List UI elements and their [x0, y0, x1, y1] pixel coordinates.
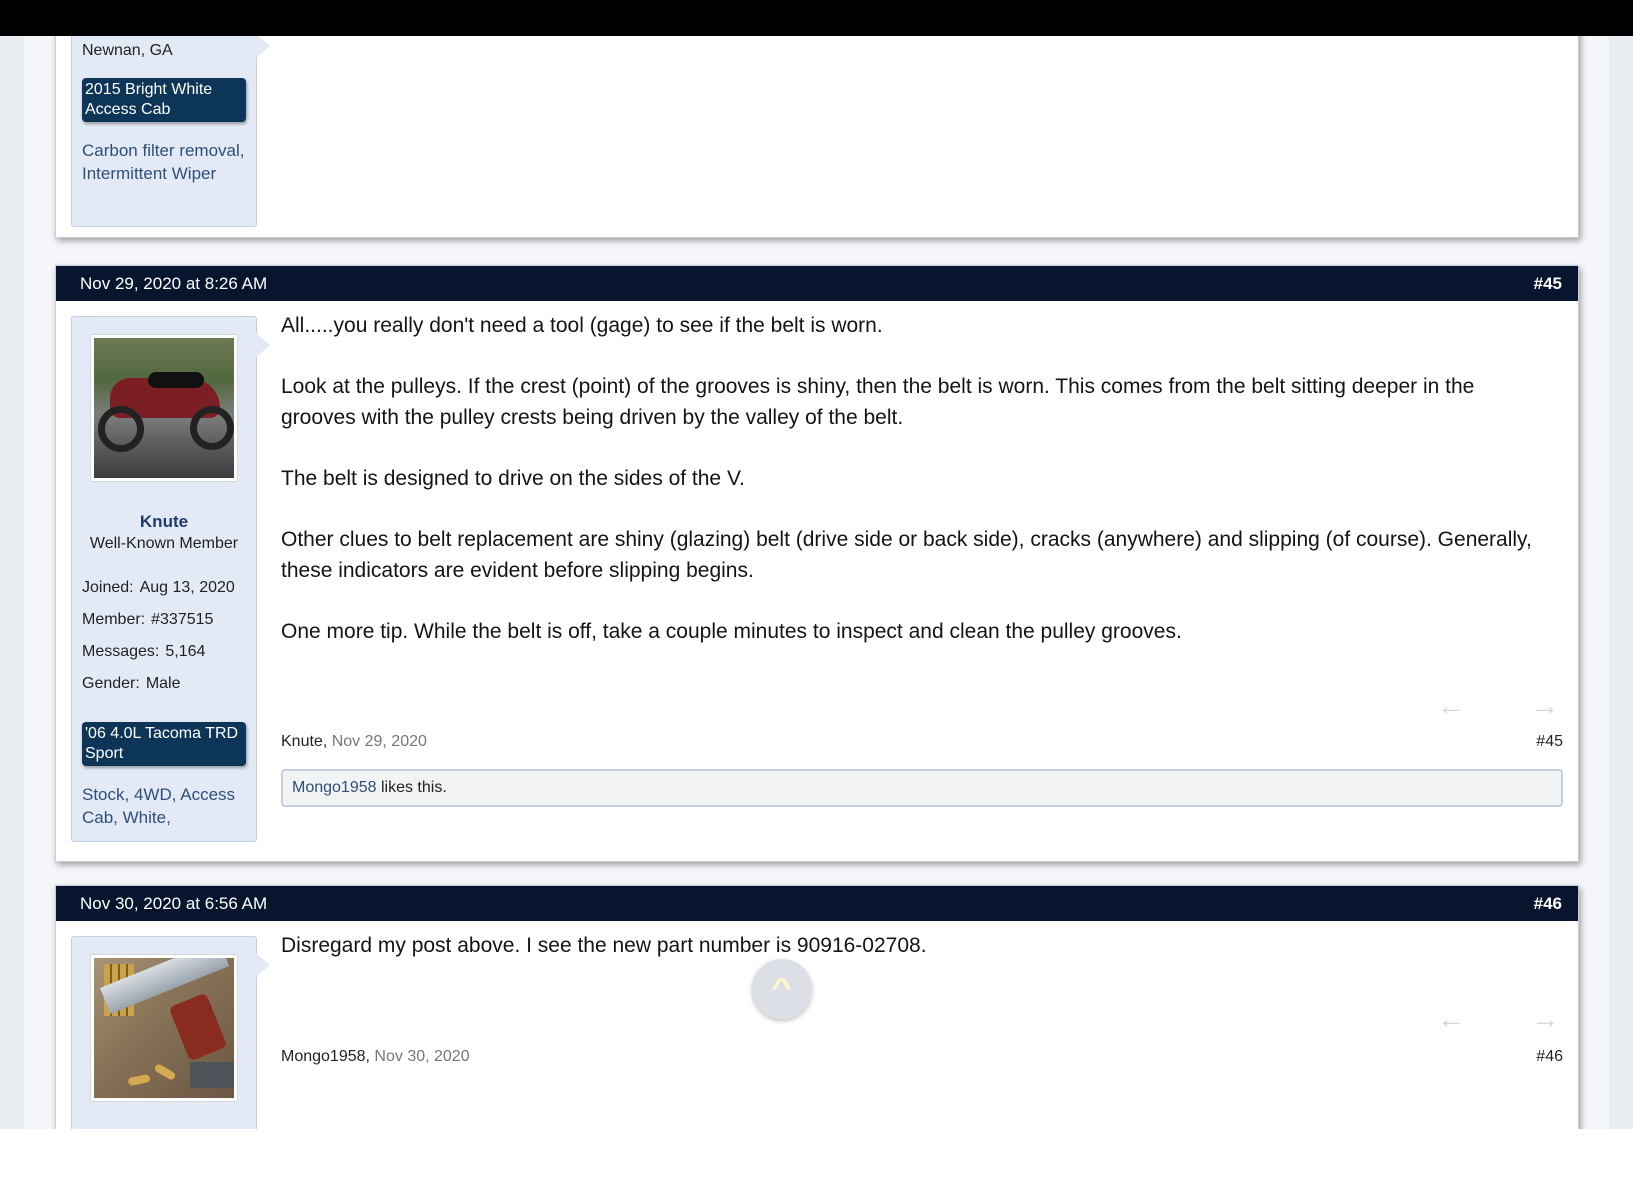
- likes-text: likes this.: [376, 779, 447, 796]
- post-header: Nov 29, 2020 at 8:26 AM #45: [56, 266, 1578, 301]
- message-paragraph: Disregard my post above. I see the new p…: [281, 934, 927, 957]
- message-paragraph: The belt is designed to drive on the sid…: [281, 467, 745, 490]
- post-nav: ← →: [1437, 1003, 1559, 1035]
- page-margin: [0, 36, 24, 1129]
- vehicle-mods-link[interactable]: Carbon filter removal, Intermittent Wipe…: [82, 139, 252, 185]
- gender-value: Male: [145, 675, 181, 692]
- messages-row: Messages: 5,164: [82, 643, 205, 661]
- user-location: Newnan, GA: [82, 42, 173, 59]
- joined-value: Aug 13, 2020: [139, 579, 235, 596]
- message-paragraph: Other clues to belt replacement are shin…: [281, 528, 1532, 582]
- likes-bar: Mongo1958 likes this.: [281, 769, 1563, 807]
- page-area: Newnan, GA 2015 Bright White Access Cab …: [0, 36, 1633, 1129]
- arrow-left-icon[interactable]: ←: [1437, 690, 1465, 722]
- message-paragraph: One more tip. While the belt is off, tak…: [281, 620, 1182, 643]
- avatar[interactable]: [90, 954, 238, 1102]
- status-bar: [0, 0, 1633, 36]
- post-previous: Newnan, GA 2015 Bright White Access Cab …: [55, 36, 1579, 238]
- post-46: Nov 30, 2020 at 6:56 AM #46 Disregard my…: [55, 885, 1579, 1129]
- post-timestamp[interactable]: Nov 30, 2020 at 6:56 AM: [80, 894, 267, 914]
- motorcycle-avatar-image: [94, 338, 234, 478]
- arrow-right-icon[interactable]: →: [1531, 1003, 1559, 1035]
- post-nav: ← →: [1437, 690, 1559, 722]
- gender-label: Gender:: [82, 675, 140, 692]
- message-paragraph: Look at the pulleys. If the crest (point…: [281, 375, 1475, 429]
- gender-row: Gender: Male: [82, 675, 181, 693]
- user-block: Newnan, GA 2015 Bright White Access Cab …: [71, 36, 270, 227]
- pistol-avatar-image: [94, 958, 234, 1098]
- messages-label: Messages:: [82, 643, 160, 660]
- post-header: Nov 30, 2020 at 6:56 AM #46: [56, 886, 1578, 921]
- messages-value: 5,164: [165, 643, 206, 660]
- post-timestamp[interactable]: Nov 29, 2020 at 8:26 AM: [80, 274, 267, 294]
- bottom-bar: [0, 1129, 1633, 1200]
- message-body: Disregard my post above. I see the new p…: [281, 930, 1541, 991]
- signature-date[interactable]: Nov 30, 2020: [374, 1048, 469, 1065]
- member-value: #337515: [151, 611, 214, 628]
- joined-row: Joined: Aug 13, 2020: [82, 579, 235, 597]
- arrow-right-icon[interactable]: →: [1531, 690, 1559, 722]
- joined-label: Joined:: [82, 579, 134, 596]
- post-signature: Knute, Nov 29, 2020: [281, 733, 427, 751]
- post-number[interactable]: #46: [1534, 894, 1562, 914]
- user-block: Knute Well-Known Member Joined: Aug 13, 2…: [71, 316, 270, 842]
- arrow-left-icon[interactable]: ←: [1437, 1003, 1465, 1035]
- user-block: [71, 936, 270, 1129]
- vehicle-mods-link[interactable]: Stock, 4WD, Access Cab, White,: [82, 783, 252, 829]
- username[interactable]: Knute: [72, 512, 256, 532]
- message-body: All.....you really don't need a tool (ga…: [281, 310, 1541, 677]
- vehicle-badge[interactable]: '06 4.0L Tacoma TRD Sport: [82, 722, 246, 766]
- avatar[interactable]: [90, 334, 238, 482]
- signature-date[interactable]: Nov 29, 2020: [332, 733, 427, 750]
- member-row: Member: #337515: [82, 611, 213, 629]
- chevron-up-icon: ^: [771, 971, 793, 1002]
- post-ref[interactable]: #45: [1536, 733, 1563, 751]
- message-paragraph: All.....you really don't need a tool (ga…: [281, 314, 883, 337]
- post-45: Nov 29, 2020 at 8:26 AM #45 Knute Well-K…: [55, 265, 1579, 862]
- post-signature: Mongo1958, Nov 30, 2020: [281, 1048, 470, 1066]
- post-number[interactable]: #45: [1534, 274, 1562, 294]
- vehicle-badge[interactable]: 2015 Bright White Access Cab: [82, 78, 246, 122]
- scroll-to-top-button[interactable]: ^: [752, 959, 812, 1019]
- signature-name[interactable]: Knute,: [281, 733, 327, 750]
- signature-name[interactable]: Mongo1958,: [281, 1048, 370, 1065]
- liker-link[interactable]: Mongo1958: [292, 779, 377, 796]
- post-ref[interactable]: #46: [1536, 1048, 1563, 1066]
- member-label: Member:: [82, 611, 146, 628]
- user-title: Well-Known Member: [89, 535, 239, 552]
